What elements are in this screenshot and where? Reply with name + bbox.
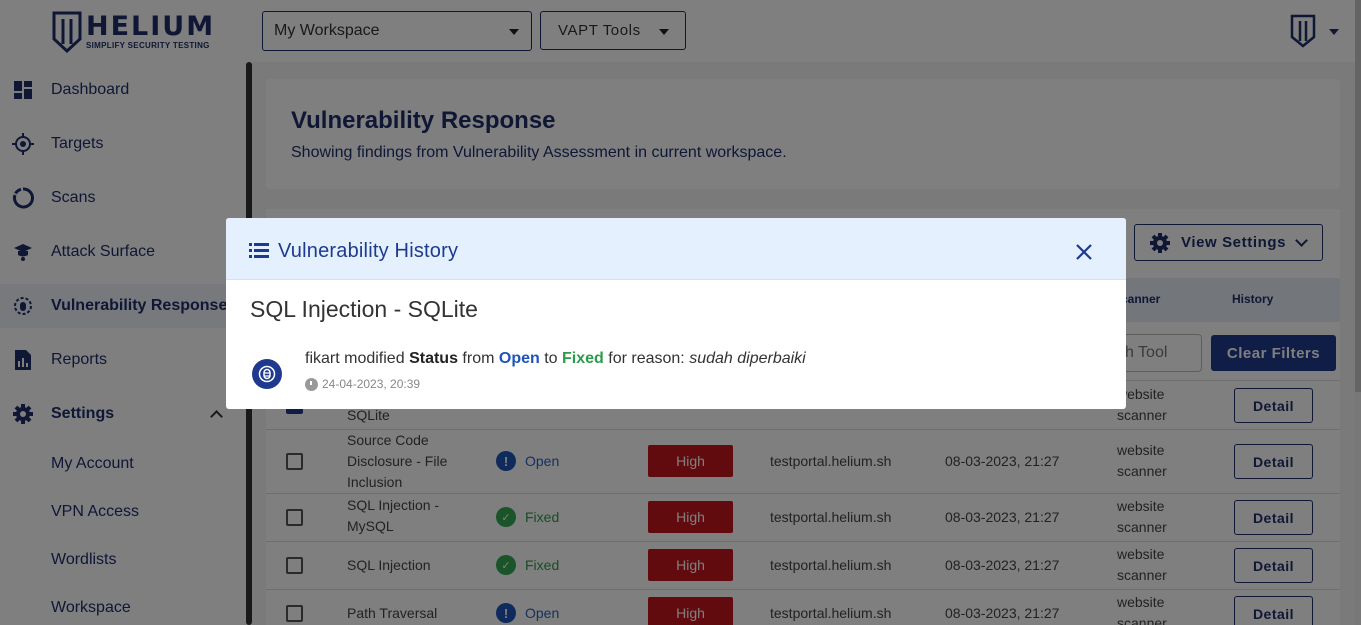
history-timestamp: 24-04-2023, 20:39 xyxy=(305,377,420,391)
vulnerability-name-heading: SQL Injection - SQLite xyxy=(250,296,478,322)
history-to-word: to xyxy=(544,350,558,367)
clock-icon xyxy=(305,377,318,391)
dialog-title: Vulnerability History xyxy=(278,240,459,262)
list-icon xyxy=(249,243,269,258)
history-user: fikart xyxy=(305,350,340,367)
bug-avatar-icon xyxy=(252,359,282,389)
history-reason: sudah diperbaiki xyxy=(689,350,806,367)
vulnerability-history-dialog: Vulnerability History SQL Injection - SQ… xyxy=(226,218,1126,409)
history-to-value: Fixed xyxy=(562,350,604,367)
history-timestamp-text: 24-04-2023, 20:39 xyxy=(322,377,421,391)
history-entry: fikart modified Status from Open to Fixe… xyxy=(252,350,1102,396)
history-from-value: Open xyxy=(498,350,540,367)
history-from-word: from xyxy=(462,350,495,367)
history-field: Status xyxy=(409,350,458,367)
history-description: fikart modified Status from Open to Fixe… xyxy=(305,350,806,368)
dialog-header: Vulnerability History xyxy=(226,218,1126,280)
history-reason-prefix: for reason: xyxy=(608,350,685,367)
history-action: modified xyxy=(344,350,405,367)
close-icon[interactable] xyxy=(1074,242,1094,262)
